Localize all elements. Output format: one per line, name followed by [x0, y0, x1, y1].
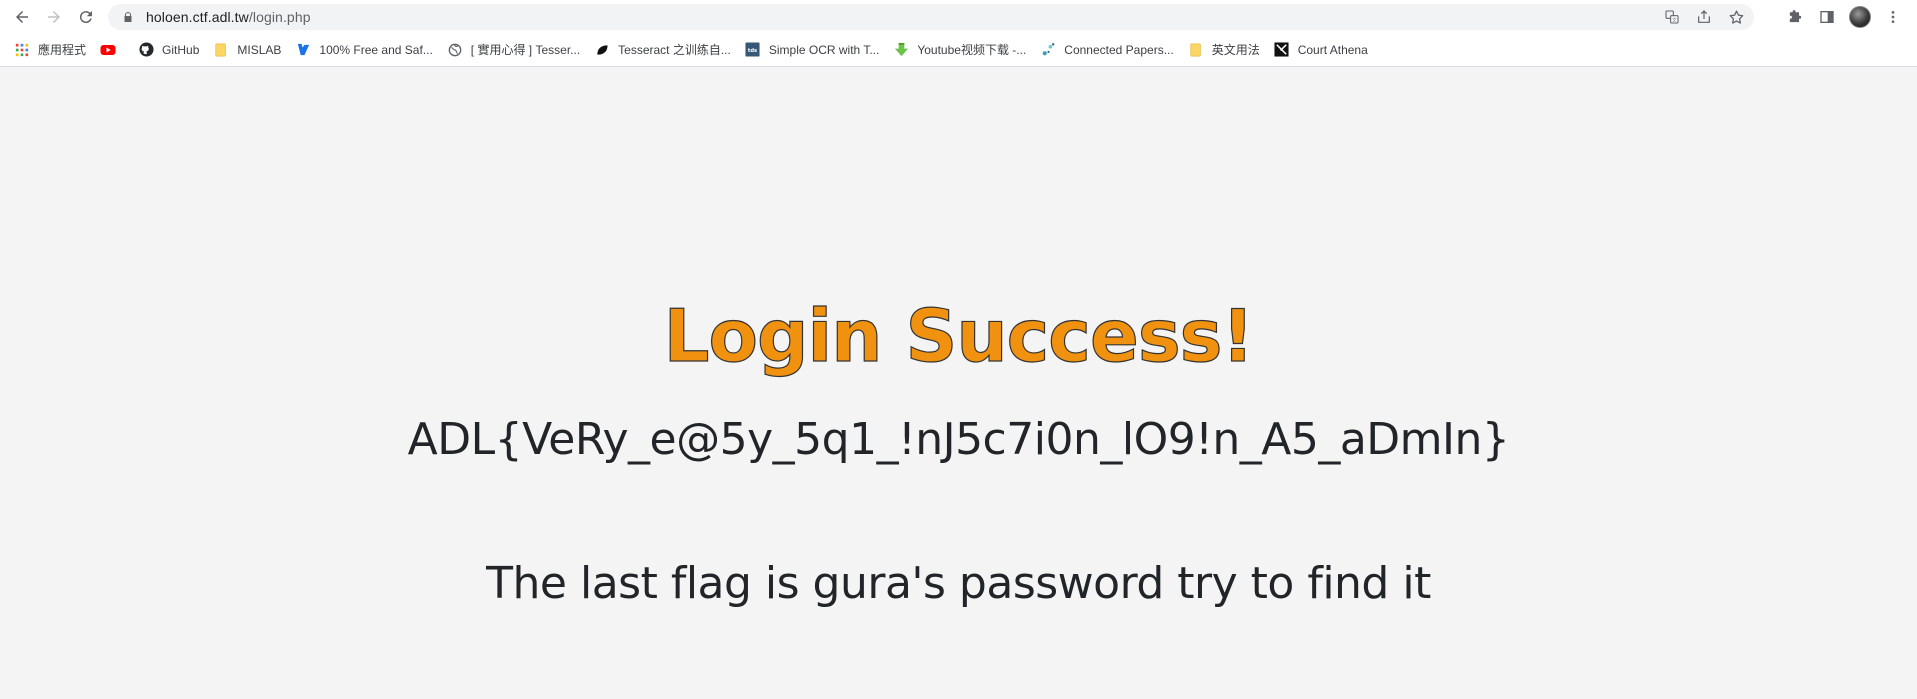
url-text: holoen.ctf.adl.tw/login.php: [146, 9, 311, 25]
bookmark-tesseract-train[interactable]: Tesseract 之训练自...: [592, 37, 737, 63]
download-arrow-icon: [893, 42, 909, 58]
translate-icon[interactable]: 文: [1662, 7, 1682, 27]
folder-icon: [1188, 42, 1204, 58]
bookmark-apps[interactable]: 應用程式: [12, 37, 92, 63]
tds-icon: tds: [745, 42, 761, 58]
bookmark-label: MISLAB: [237, 42, 282, 57]
bookmark-star-icon[interactable]: [1726, 7, 1746, 27]
bookmark-court-athena[interactable]: Court Athena: [1272, 37, 1374, 63]
svg-text:tds: tds: [748, 48, 757, 54]
flag-text: ADL{VeRy_e@5y_5q1_!nJ5c7i0n_lO9!n_A5_aDm…: [407, 414, 1510, 465]
bookmark-label: Simple OCR with T...: [768, 42, 880, 57]
leaf-icon: [594, 42, 610, 58]
reload-icon: [79, 10, 92, 23]
bookmark-label: GitHub: [162, 42, 200, 57]
bookmark-tesser-tips[interactable]: [ 實用心得 ] Tesser...: [445, 37, 586, 63]
bookmark-english-usage[interactable]: 英文用法: [1186, 37, 1266, 63]
address-bar[interactable]: holoen.ctf.adl.tw/login.php 文: [108, 4, 1754, 30]
bookmark-simple-ocr[interactable]: tds Simple OCR with T...: [743, 37, 885, 63]
bookmarks-bar: 應用程式 GitHub MISLAB 100% Free and Saf... …: [0, 33, 1917, 67]
apps-grid-icon: [14, 42, 30, 58]
folder-icon: [213, 42, 229, 58]
youtube-icon: [100, 42, 116, 58]
forward-button[interactable]: [38, 1, 70, 33]
bookmark-label: 英文用法: [1211, 43, 1260, 57]
bookmark-label: Court Athena: [1297, 42, 1368, 57]
bookmark-label: Connected Papers...: [1064, 42, 1174, 57]
lock-icon: [122, 10, 136, 24]
court-athena-icon: [1274, 42, 1290, 58]
bookmark-mislab[interactable]: MISLAB: [211, 37, 287, 63]
hint-text: The last flag is gura's password try to …: [486, 558, 1431, 609]
share-icon[interactable]: [1694, 7, 1714, 27]
arrow-left-icon: [16, 10, 28, 23]
url-path: /login.php: [248, 9, 311, 25]
bookmark-youtube[interactable]: [98, 37, 130, 63]
bookmark-label: 應用程式: [38, 43, 87, 57]
bookmark-site-icon: [295, 42, 311, 58]
github-icon: [138, 42, 154, 58]
profile-avatar[interactable]: [1849, 5, 1871, 28]
bookmark-youtube-download[interactable]: Youtube视频下载 -...: [891, 37, 1032, 63]
arrow-right-icon: [48, 10, 60, 23]
bookmark-free-and-safe[interactable]: 100% Free and Saf...: [293, 37, 438, 63]
more-menu-icon[interactable]: [1883, 7, 1903, 27]
connected-papers-icon: [1040, 42, 1056, 58]
bookmark-label: Tesseract 之训练自...: [618, 43, 731, 57]
login-success-heading: Login Success!: [663, 294, 1255, 378]
bookmark-label: 100% Free and Saf...: [319, 42, 433, 57]
bookmark-connected-papers[interactable]: Connected Papers...: [1038, 37, 1179, 63]
url-host: holoen.ctf.adl.tw: [146, 9, 249, 25]
bookmark-label: [ 實用心得 ] Tesser...: [470, 43, 581, 57]
extensions-puzzle-icon[interactable]: [1785, 7, 1805, 27]
side-panel-icon[interactable]: [1817, 7, 1837, 27]
back-button[interactable]: [6, 1, 38, 33]
globe-icon: [447, 42, 463, 58]
reload-button[interactable]: [70, 1, 102, 33]
bookmark-label: Youtube视频下载 -...: [917, 43, 1027, 57]
browser-toolbar: holoen.ctf.adl.tw/login.php 文: [0, 0, 1917, 33]
bookmark-github[interactable]: GitHub: [136, 37, 205, 63]
